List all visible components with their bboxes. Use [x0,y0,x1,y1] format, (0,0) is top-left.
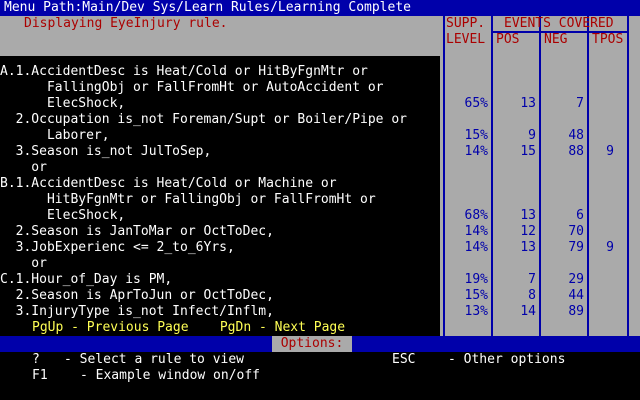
tpos-value: 9 [606,240,614,255]
pos-value: 13 [520,96,536,111]
rule-line: B.1.AccidentDesc is Heat/Cold or Machine… [0,176,337,191]
pos-value: 9 [528,128,536,143]
rule-line: 3.JobExperienc <= 2_to_6Yrs, [0,240,235,255]
pos-value: 12 [520,224,536,239]
supp-level-value: 14% [464,224,488,239]
option-key-f1[interactable]: F1 [32,368,48,384]
supp-level-value: 15% [464,288,488,303]
neg-value: 89 [568,304,584,319]
neg-header: NEG [544,32,568,47]
neg-value: 70 [568,224,584,239]
supp-level-value: 14% [464,240,488,255]
status-message: Displaying EyeInjury rule. [24,16,228,31]
option-desc-example-window: - Example window on/off [80,368,261,383]
supp-level-value: 68% [464,208,488,223]
neg-value: 88 [568,144,584,159]
pos-value: 7 [528,272,536,287]
option-key-help[interactable]: ? [32,352,40,368]
pos-divider [539,16,541,336]
rule-line: ElecShock, [0,208,126,223]
rule-line: HitByFgnMtr or FallingObj or FallFromHt … [0,192,376,207]
rule-line: ElecShock, [0,96,126,111]
neg-value: 48 [568,128,584,143]
pos-value: 8 [528,288,536,303]
rule-line: 3.InjuryType is_not Infect/Inflm, [0,304,274,319]
pos-value: 13 [520,240,536,255]
supp-header: SUPP. [446,16,486,31]
tpos-header: TPOS [592,32,624,47]
supp-level-value: 15% [464,128,488,143]
rule-line: 2.Season is AprToJun or OctToDec, [0,288,274,303]
rule-line: A.1.AccidentDesc is Heat/Cold or HitByFg… [0,64,368,79]
neg-value: 44 [568,288,584,303]
supp-divider [491,16,493,336]
rule-line: or [0,256,47,271]
supp-level-value: 14% [464,144,488,159]
stats-left-border [443,16,445,336]
pos-value: 15 [520,144,536,159]
stats-right-border [627,16,629,336]
status-panel: Displaying EyeInjury rule. [0,16,440,56]
rule-line: or [0,160,47,175]
option-desc-select-rule: - Select a rule to view [64,352,245,367]
rule-line: Laborer, [0,128,110,143]
neg-divider [587,16,589,336]
option-key-esc[interactable]: ESC [392,352,415,368]
pos-value: 13 [520,208,536,223]
supp-level-value: 13% [464,304,488,319]
neg-value: 79 [568,240,584,255]
pos-header: POS [496,32,520,47]
rule-line: 2.Occupation is_not Foreman/Supt or Boil… [0,112,407,127]
menu-path-bar: Menu Path:Main/Dev Sys/Learn Rules/Learn… [0,0,640,16]
pos-value: 14 [520,304,536,319]
events-covered-header: EVENTS COVERED [504,16,614,31]
neg-value: 7 [576,96,584,111]
rule-line: 3.Season is_not JulToSep, [0,144,212,159]
rule-line: 2.Season is JanToMar or OctToDec, [0,224,274,239]
tpos-value: 9 [606,144,614,159]
pager-hint: PgUp - Previous Page PgDn - Next Page [32,320,346,335]
menu-path-text: Menu Path:Main/Dev Sys/Learn Rules/Learn… [4,0,411,15]
rule-line: C.1.Hour_of_Day is PM, [0,272,173,287]
supp-level-value: 19% [464,272,488,287]
option-desc-other: - Other options [448,352,566,367]
level-header: LEVEL [446,32,486,47]
supp-level-value: 65% [464,96,488,111]
neg-value: 6 [576,208,584,223]
neg-value: 29 [568,272,584,287]
options-title: Options: [272,336,352,352]
rule-line: FallingObj or FallFromHt or AutoAccident… [0,80,384,95]
